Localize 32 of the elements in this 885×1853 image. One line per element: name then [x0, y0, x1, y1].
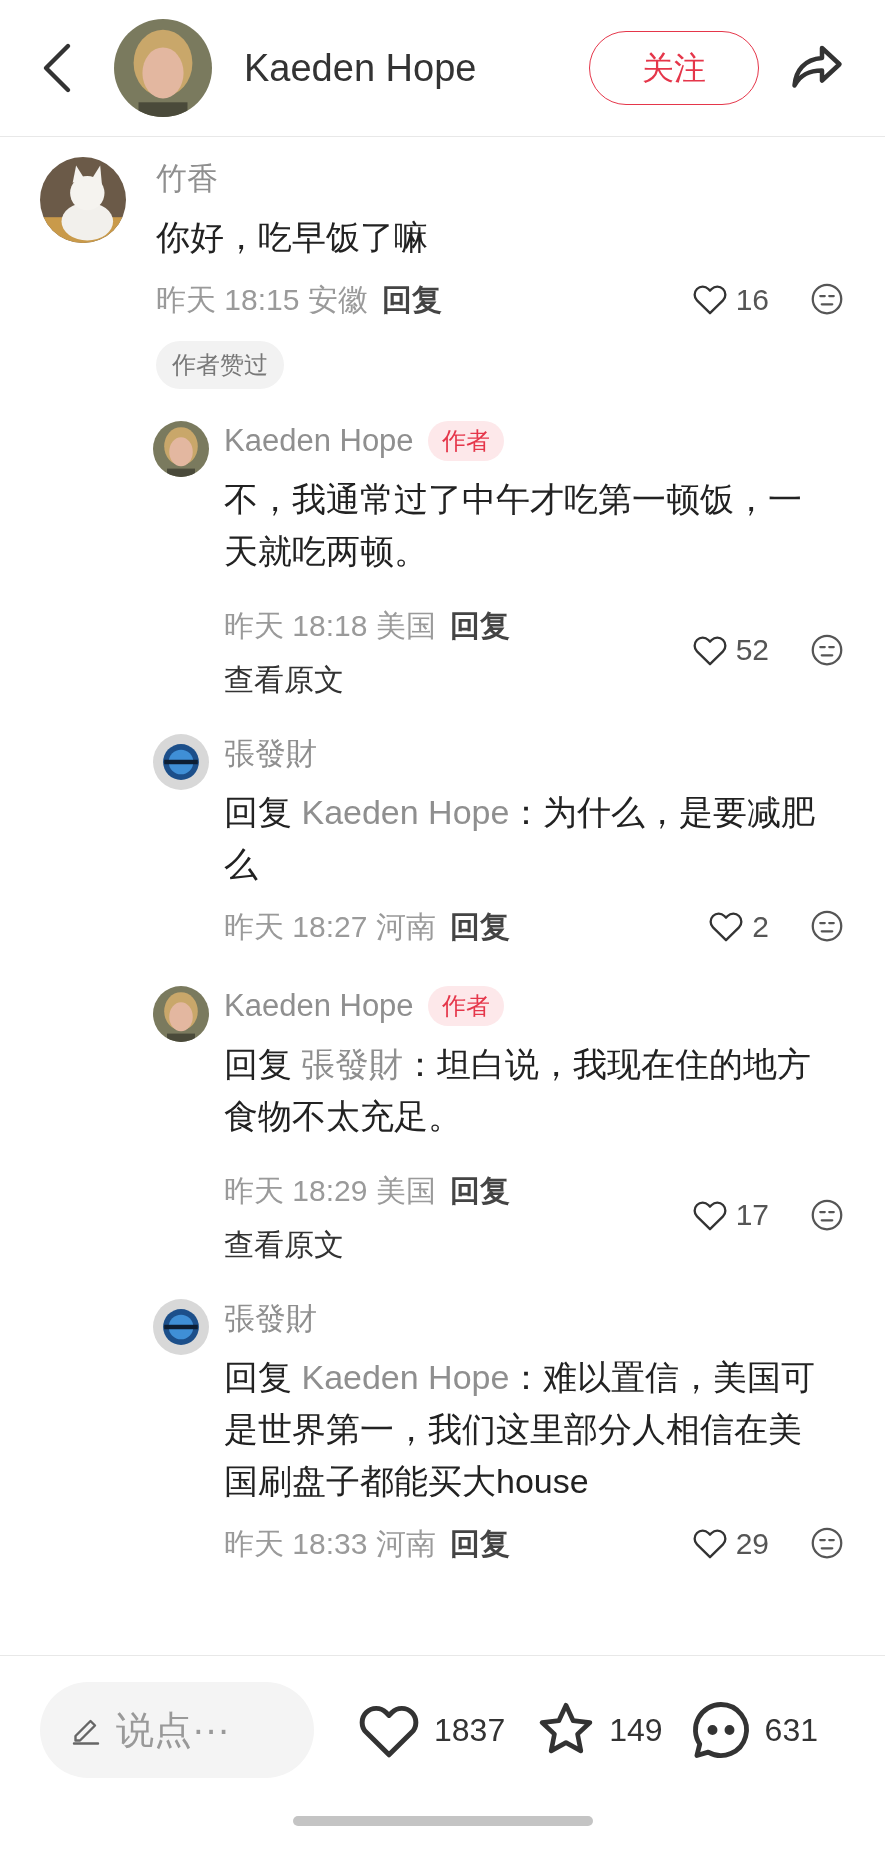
author-tag: 作者: [427, 421, 504, 461]
comment-meta: 昨天 18:27 河南: [224, 908, 436, 945]
favorite-control[interactable]: 149: [533, 1697, 663, 1763]
comment-meta: 昨天 18:15 安徽: [156, 281, 368, 318]
comment-meta: 昨天 18:29 美国: [224, 1172, 436, 1209]
view-original-link[interactable]: 查看原文: [224, 1222, 690, 1267]
reply-link[interactable]: 回复: [449, 903, 510, 949]
profile-name[interactable]: Kaeden Hope: [244, 39, 589, 97]
comment-text: 回复 Kaeden Hope：难以置信，美国可是世界第一，我们这里部分人相信在美国刷盘子都能买大house: [224, 1357, 817, 1502]
like-control[interactable]: 16: [689, 276, 769, 322]
reply-link[interactable]: 回复: [381, 276, 442, 322]
comment-text: 你好，吃早饭了嘛: [156, 217, 429, 258]
face-icon[interactable]: [809, 1525, 845, 1561]
author-tag: 作者: [427, 986, 504, 1026]
like-control[interactable]: 52: [689, 627, 769, 672]
like-control[interactable]: 17: [689, 1192, 769, 1237]
comment-text: 回复 Kaeden Hope：为什么，是要减肥么: [224, 792, 817, 885]
comment-meta: 昨天 18:18 美国: [224, 607, 436, 644]
reply-link[interactable]: 回复: [449, 1520, 510, 1566]
like-count-control[interactable]: 1837: [354, 1695, 506, 1765]
author-liked-tag: 作者赞过: [156, 341, 284, 389]
like-control[interactable]: 2: [706, 903, 769, 949]
view-original-link[interactable]: 查看原文: [224, 657, 690, 702]
comment-text: 回复 張發財：坦白说，我现在住的地方食物不太充足。: [224, 1044, 813, 1137]
reply-link[interactable]: 回复: [449, 1167, 510, 1213]
like-control[interactable]: 29: [689, 1520, 769, 1566]
comment-meta: 昨天 18:33 河南: [224, 1525, 436, 1562]
face-icon[interactable]: [809, 908, 845, 944]
reply-link[interactable]: 回复: [449, 602, 510, 648]
face-icon[interactable]: [809, 281, 845, 317]
comment-text: 不，我通常过了中午才吃第一顿饭，一天就吃两顿。: [224, 479, 803, 572]
comment-count-control[interactable]: 631: [686, 1696, 818, 1764]
